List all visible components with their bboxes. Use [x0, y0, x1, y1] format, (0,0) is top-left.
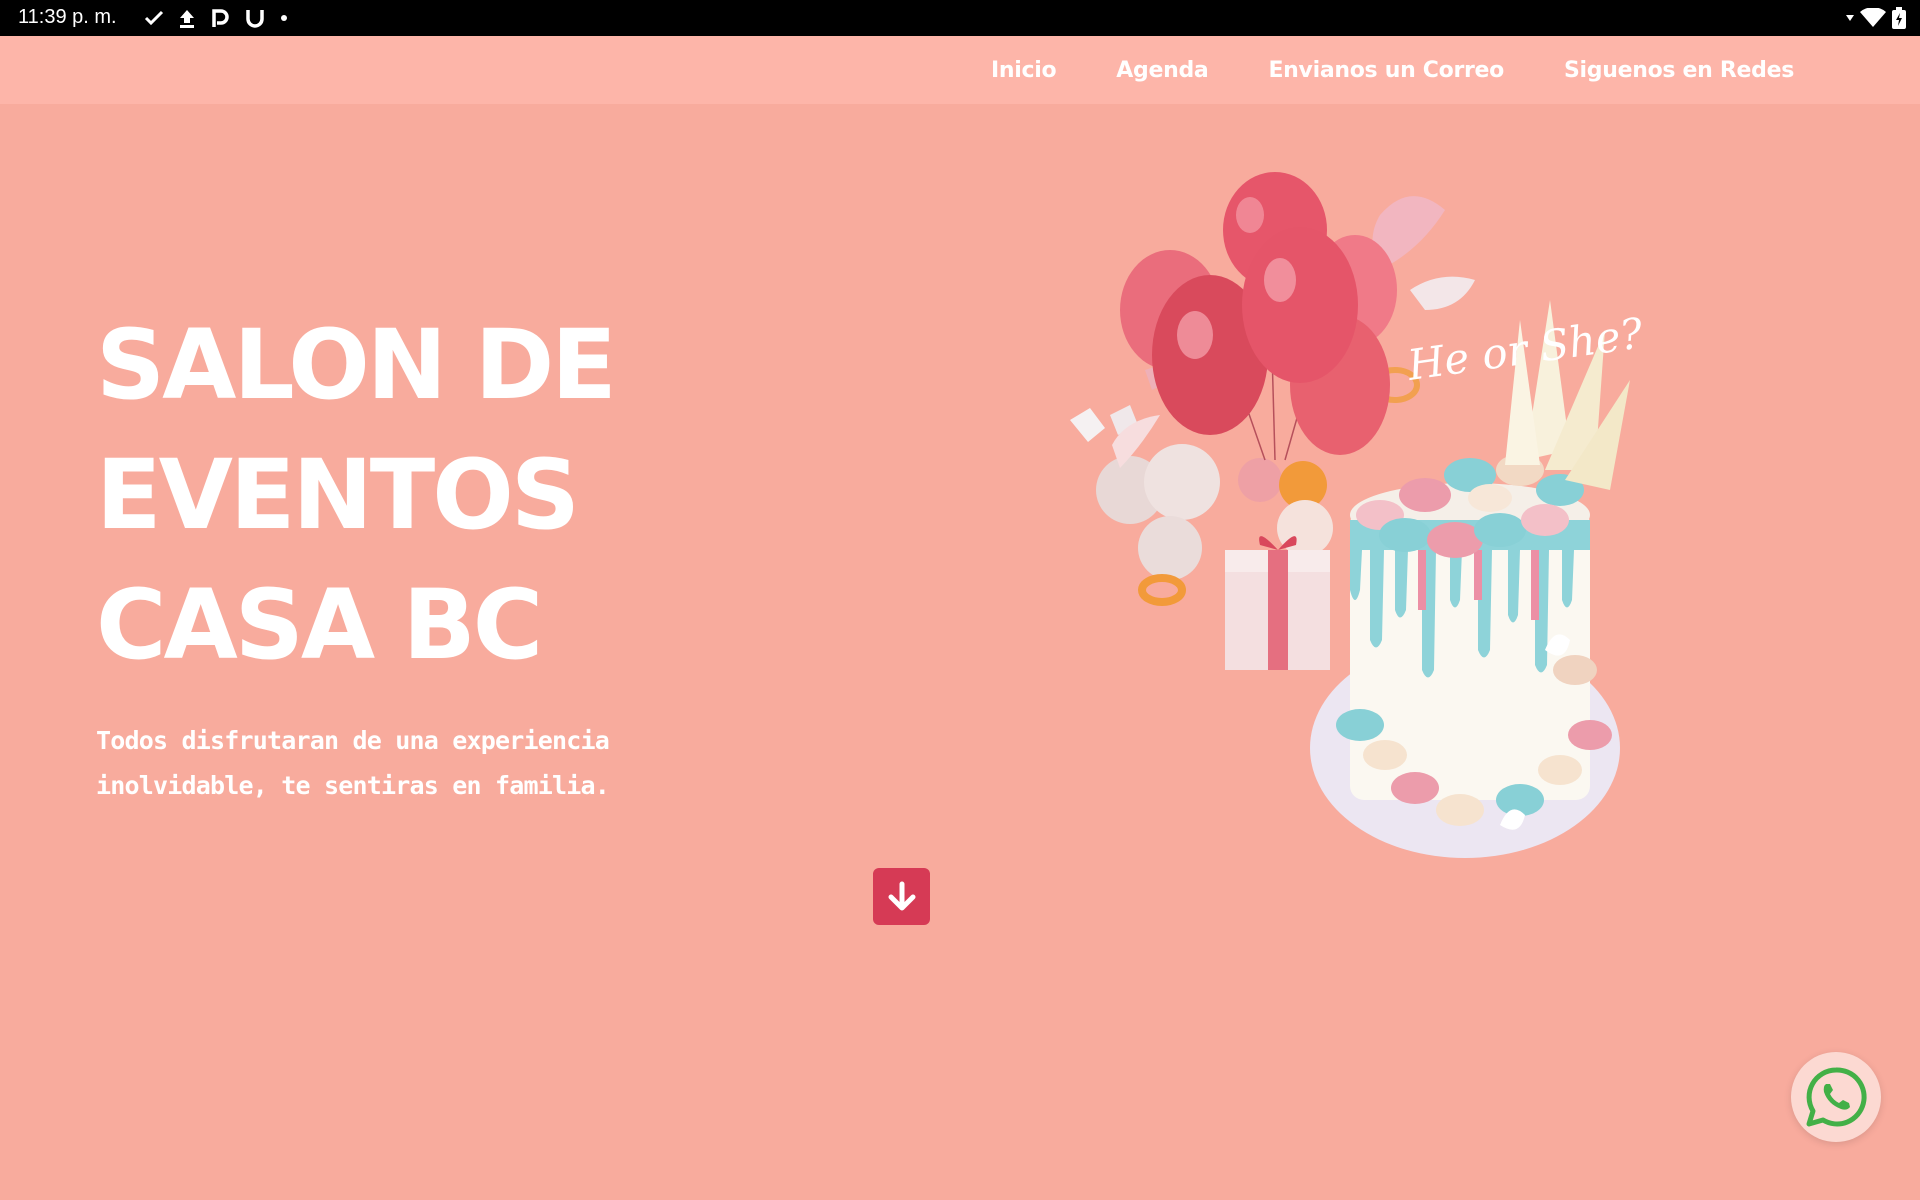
- status-time: 11:39 p. m.: [18, 6, 117, 28]
- nav-item-redes[interactable]: Siguenos en Redes: [1564, 58, 1794, 83]
- nav-item-agenda[interactable]: Agenda: [1116, 58, 1208, 83]
- dot-icon: [280, 4, 288, 32]
- whatsapp-button[interactable]: [1791, 1052, 1881, 1142]
- hero-cake-image: He or She?: [1070, 172, 1646, 858]
- signal-triangle-icon: [1846, 4, 1854, 32]
- status-notification-icons: [144, 4, 288, 32]
- hero-title: SALON DE EVENTOS CASA BC: [96, 300, 716, 690]
- hero-title-line: EVENTOS: [96, 439, 580, 551]
- p-app-icon: [210, 4, 230, 32]
- battery-icon: [1892, 4, 1906, 32]
- hero-title-line: SALON DE: [96, 309, 617, 421]
- hero-title-line: CASA BC: [96, 569, 543, 681]
- main-nav: Inicio Agenda Envianos un Correo Sigueno…: [991, 36, 1794, 104]
- status-bar: 11:39 p. m.: [0, 0, 1920, 36]
- u-app-icon: [244, 4, 266, 32]
- nav-item-correo[interactable]: Envianos un Correo: [1268, 58, 1504, 83]
- status-system-icons: [1846, 4, 1906, 32]
- top-navbar: Inicio Agenda Envianos un Correo Sigueno…: [0, 36, 1920, 104]
- upload-icon: [178, 4, 196, 32]
- nav-item-inicio[interactable]: Inicio: [991, 58, 1057, 83]
- scroll-down-button[interactable]: [873, 868, 930, 925]
- whatsapp-icon: [1806, 1067, 1867, 1127]
- wifi-icon: [1860, 4, 1886, 32]
- hero-subtitle: Todos disfrutaran de una experiencia ino…: [96, 726, 610, 800]
- check-icon: [144, 4, 164, 32]
- arrow-down-icon: [888, 881, 915, 910]
